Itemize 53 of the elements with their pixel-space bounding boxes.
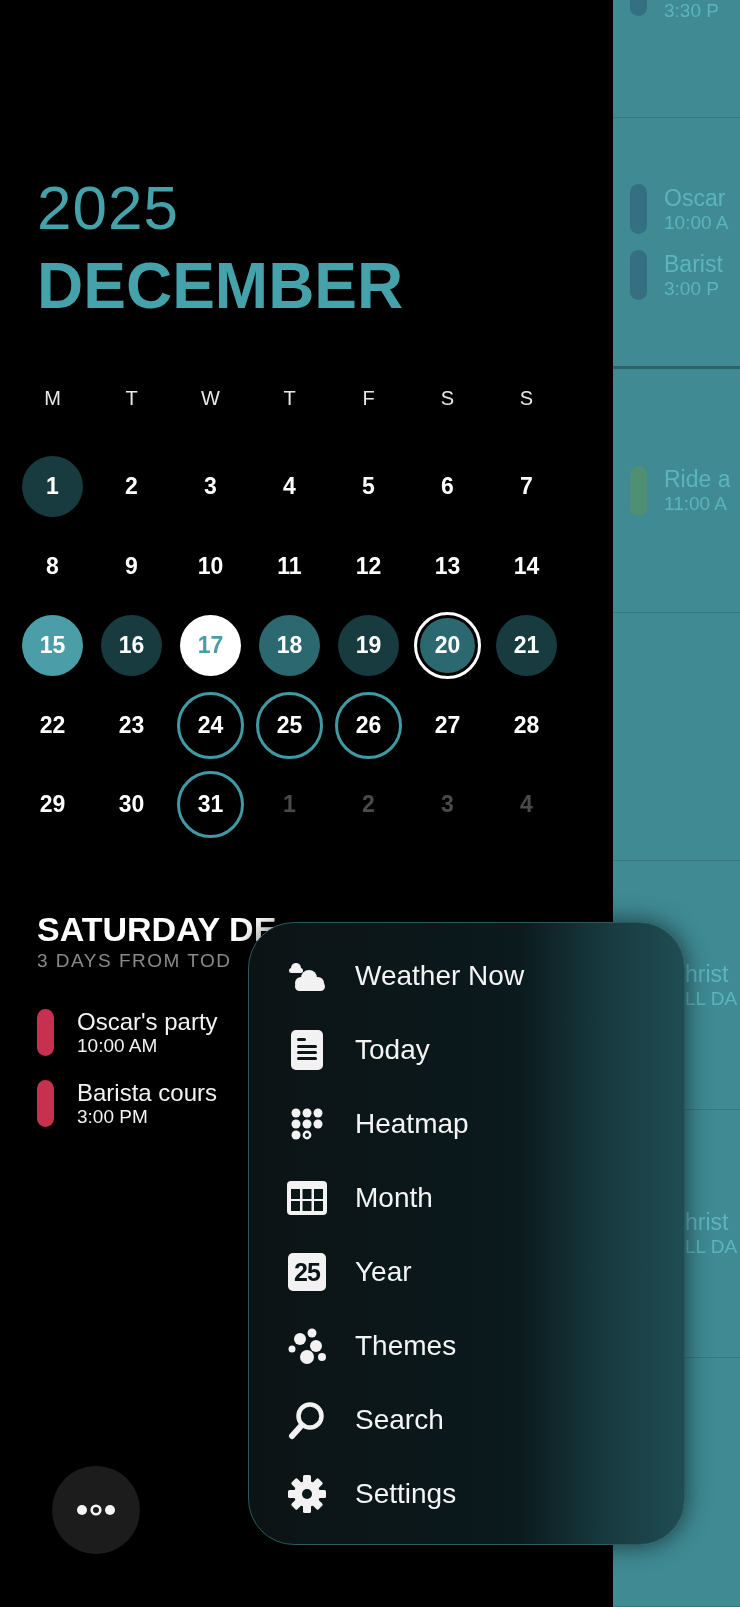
day-cell[interactable]: 12 [335, 532, 402, 600]
event-title: Oscar's party [77, 1007, 218, 1035]
day-cell[interactable]: 3 [177, 453, 244, 521]
menu-item[interactable]: Settings [249, 1457, 684, 1531]
weekday-label: S [519, 386, 534, 410]
weekday-label: T [125, 386, 138, 410]
day-cell[interactable]: 26 [335, 691, 402, 759]
month-title: DECEMBER [37, 251, 404, 321]
day-cell[interactable]: 7 [493, 453, 560, 521]
search-icon [288, 1400, 326, 1440]
document-icon [288, 1029, 326, 1071]
event-time: 10:00 AM [77, 1034, 158, 1057]
dots-cluster-icon [287, 1327, 327, 1365]
menu-item[interactable]: Themes [249, 1309, 684, 1383]
weekday-label: F [362, 386, 375, 410]
day-cell[interactable]: 6 [414, 453, 481, 521]
day-cell[interactable]: 14 [493, 532, 560, 600]
day-cell[interactable]: 8 [19, 532, 86, 600]
day-cell[interactable]: 24 [177, 691, 244, 759]
gear-icon [287, 1474, 327, 1514]
dots-icon [77, 1504, 115, 1516]
day-cell[interactable]: 13 [414, 532, 481, 600]
dot-grid-icon [291, 1108, 323, 1140]
weekday-label: T [283, 386, 296, 410]
menu-item[interactable]: 25 Year [249, 1235, 684, 1309]
menu-item[interactable]: Month [249, 1161, 684, 1235]
weekday-label: S [440, 386, 455, 410]
day-cell[interactable]: 2 [98, 453, 165, 521]
day-cell[interactable]: 31 [177, 771, 244, 839]
day-cell[interactable]: 10 [177, 532, 244, 600]
year-label: 2025 [37, 175, 179, 241]
event-title: Barista cours [77, 1078, 218, 1106]
event-time: 3:00 PM [77, 1105, 148, 1128]
day-cell[interactable]: 9 [98, 532, 165, 600]
day-cell[interactable]: 22 [19, 691, 86, 759]
calendar-grid-icon [286, 1180, 328, 1216]
menu-item[interactable]: Today [249, 1013, 684, 1087]
weekday-label: M [44, 386, 61, 410]
menu-item[interactable]: Heatmap [249, 1087, 684, 1161]
date-subtitle: 3 DAYS FROM TOD [37, 949, 232, 972]
day-cell[interactable]: 23 [98, 691, 165, 759]
day-cell[interactable]: 25 [256, 691, 323, 759]
day-cell[interactable]: 29 [19, 771, 86, 839]
day-cell[interactable]: 4 [256, 453, 323, 521]
day-cell[interactable]: 5 [335, 453, 402, 521]
day-cell[interactable]: 28 [493, 691, 560, 759]
day-cell[interactable]: 20 [414, 612, 481, 680]
calendar-date-icon: 25 [288, 1253, 326, 1291]
day-cell[interactable]: 11 [256, 532, 323, 600]
weekday-label: W [201, 386, 220, 410]
day-cell[interactable]: 27 [414, 691, 481, 759]
day-cell[interactable]: 30 [98, 771, 165, 839]
menu-item[interactable]: Search [249, 1383, 684, 1457]
